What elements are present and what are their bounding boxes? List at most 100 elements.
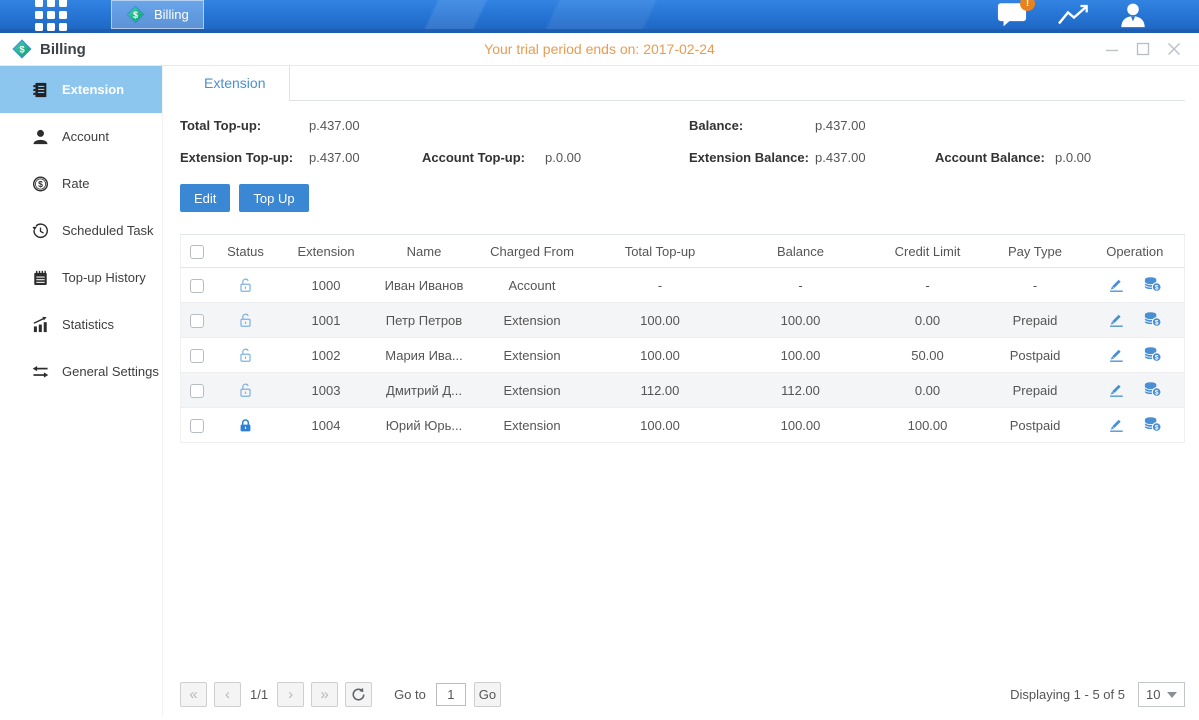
notification-badge: ! xyxy=(1020,0,1035,11)
chevron-down-icon xyxy=(1167,692,1177,698)
go-button[interactable]: Go xyxy=(474,682,501,707)
balance-label: Balance: xyxy=(689,118,815,133)
cell-name: Дмитрий Д... xyxy=(374,373,475,408)
status-lock-icon xyxy=(237,311,254,326)
edit-row-icon[interactable] xyxy=(1108,345,1125,366)
dollar-circle-icon: $ xyxy=(32,175,49,193)
sidebar-item-account[interactable]: Account xyxy=(0,113,162,160)
cell-pay-type: - xyxy=(985,268,1086,303)
cell-balance: - xyxy=(731,268,871,303)
table-row[interactable]: 1003 Дмитрий Д... Extension 112.00 112.0… xyxy=(181,373,1185,408)
tab-extension[interactable]: Extension xyxy=(180,66,290,101)
cell-balance: 100.00 xyxy=(731,303,871,338)
sidebar-item-label: Account xyxy=(62,129,109,144)
cell-extension: 1004 xyxy=(279,408,374,443)
edit-row-icon[interactable] xyxy=(1108,310,1125,331)
row-checkbox[interactable] xyxy=(190,419,204,433)
edit-button[interactable]: Edit xyxy=(180,184,230,212)
page-size-value: 10 xyxy=(1146,687,1160,702)
cell-charged-from: Extension xyxy=(475,408,590,443)
svg-text:$: $ xyxy=(1154,389,1158,396)
table-row[interactable]: 1002 Мария Ива... Extension 100.00 100.0… xyxy=(181,338,1185,373)
top-up-row-icon[interactable]: $ xyxy=(1143,275,1162,296)
account-balance-label: Account Balance: xyxy=(935,150,1055,165)
sidebar-item-label: Top-up History xyxy=(62,270,146,285)
svg-text:$: $ xyxy=(19,45,25,56)
refresh-button[interactable] xyxy=(345,682,372,707)
reports-button[interactable] xyxy=(1057,3,1089,27)
prev-page-button[interactable]: ‹ xyxy=(214,682,241,707)
row-checkbox[interactable] xyxy=(190,384,204,398)
window-title: Billing xyxy=(40,41,86,58)
top-up-row-icon[interactable]: $ xyxy=(1143,380,1162,401)
top-up-row-icon[interactable]: $ xyxy=(1143,310,1162,331)
row-checkbox[interactable] xyxy=(190,349,204,363)
cell-name: Петр Петров xyxy=(374,303,475,338)
notebook-icon xyxy=(32,269,49,287)
cell-credit-limit: - xyxy=(871,268,985,303)
select-all-checkbox[interactable] xyxy=(190,245,204,259)
extension-balance-value: p.437.00 xyxy=(815,150,935,165)
sidebar: Extension Account $ Rate Scheduled Task xyxy=(0,66,163,716)
app-launcher-icon[interactable] xyxy=(35,0,67,31)
cell-extension: 1002 xyxy=(279,338,374,373)
sidebar-item-topup-history[interactable]: Top-up History xyxy=(0,254,162,301)
account-button[interactable] xyxy=(1119,2,1147,28)
svg-text:$: $ xyxy=(1154,319,1158,326)
status-lock-icon xyxy=(237,416,254,431)
col-operation: Operation xyxy=(1086,235,1185,268)
top-up-row-icon[interactable]: $ xyxy=(1143,345,1162,366)
sidebar-item-statistics[interactable]: Statistics xyxy=(0,301,162,348)
sidebar-item-general-settings[interactable]: General Settings xyxy=(0,348,162,395)
summary-row-1: Total Top-up: p.437.00 Balance: p.437.00 xyxy=(180,118,1185,133)
sidebar-item-extension[interactable]: Extension xyxy=(0,66,162,113)
last-page-button[interactable]: » xyxy=(311,682,338,707)
maximize-button[interactable] xyxy=(1136,42,1150,56)
cell-pay-type: Postpaid xyxy=(985,338,1086,373)
table-body: 1000 Иван Иванов Account - - - - xyxy=(181,268,1185,443)
table-header-row: Status Extension Name Charged From Total… xyxy=(181,235,1185,268)
table-row[interactable]: 1004 Юрий Юрь... Extension 100.00 100.00… xyxy=(181,408,1185,443)
sidebar-item-scheduled-task[interactable]: Scheduled Task xyxy=(0,207,162,254)
minimize-button[interactable] xyxy=(1105,42,1119,56)
desktop-topbar: $ Billing ! xyxy=(0,0,1199,33)
tab-bar-filler xyxy=(290,66,1185,101)
taskbar-item-billing[interactable]: $ Billing xyxy=(111,0,204,29)
account-balance-value: p.0.00 xyxy=(1055,150,1091,165)
person-icon xyxy=(1119,2,1147,28)
top-up-button[interactable]: Top Up xyxy=(239,184,308,212)
summary-row-2: Extension Top-up: p.437.00 Account Top-u… xyxy=(180,150,1185,165)
page-size-select[interactable]: 10 xyxy=(1138,682,1185,707)
close-button[interactable] xyxy=(1167,42,1181,56)
col-name: Name xyxy=(374,235,475,268)
pagination-bar: « ‹ 1/1 › » Go to Go Displaying 1 - 5 of… xyxy=(180,682,1185,707)
goto-page-input[interactable] xyxy=(436,683,466,706)
taskbar-item-label: Billing xyxy=(154,7,189,22)
messages-button[interactable]: ! xyxy=(997,2,1027,27)
col-credit-limit: Credit Limit xyxy=(871,235,985,268)
first-page-button[interactable]: « xyxy=(180,682,207,707)
cell-balance: 100.00 xyxy=(731,408,871,443)
ledger-icon xyxy=(32,81,49,99)
next-page-button[interactable]: › xyxy=(277,682,304,707)
edit-row-icon[interactable] xyxy=(1108,415,1125,436)
row-checkbox[interactable] xyxy=(190,314,204,328)
edit-row-icon[interactable] xyxy=(1108,275,1125,296)
cell-extension: 1003 xyxy=(279,373,374,408)
swap-arrows-icon xyxy=(32,363,49,381)
account-topup-label: Account Top-up: xyxy=(422,150,545,165)
row-checkbox[interactable] xyxy=(190,279,204,293)
svg-text:$: $ xyxy=(1154,424,1158,431)
edit-row-icon[interactable] xyxy=(1108,380,1125,401)
col-status: Status xyxy=(213,235,279,268)
sidebar-item-rate[interactable]: $ Rate xyxy=(0,160,162,207)
cell-charged-from: Account xyxy=(475,268,590,303)
table-row[interactable]: 1000 Иван Иванов Account - - - - xyxy=(181,268,1185,303)
total-topup-label: Total Top-up: xyxy=(180,118,309,133)
top-up-row-icon[interactable]: $ xyxy=(1143,415,1162,436)
total-topup-value: p.437.00 xyxy=(309,118,689,133)
table-row[interactable]: 1001 Петр Петров Extension 100.00 100.00… xyxy=(181,303,1185,338)
page-indicator: 1/1 xyxy=(250,687,268,702)
line-chart-icon xyxy=(1057,3,1089,27)
bar-chart-icon xyxy=(32,316,49,334)
